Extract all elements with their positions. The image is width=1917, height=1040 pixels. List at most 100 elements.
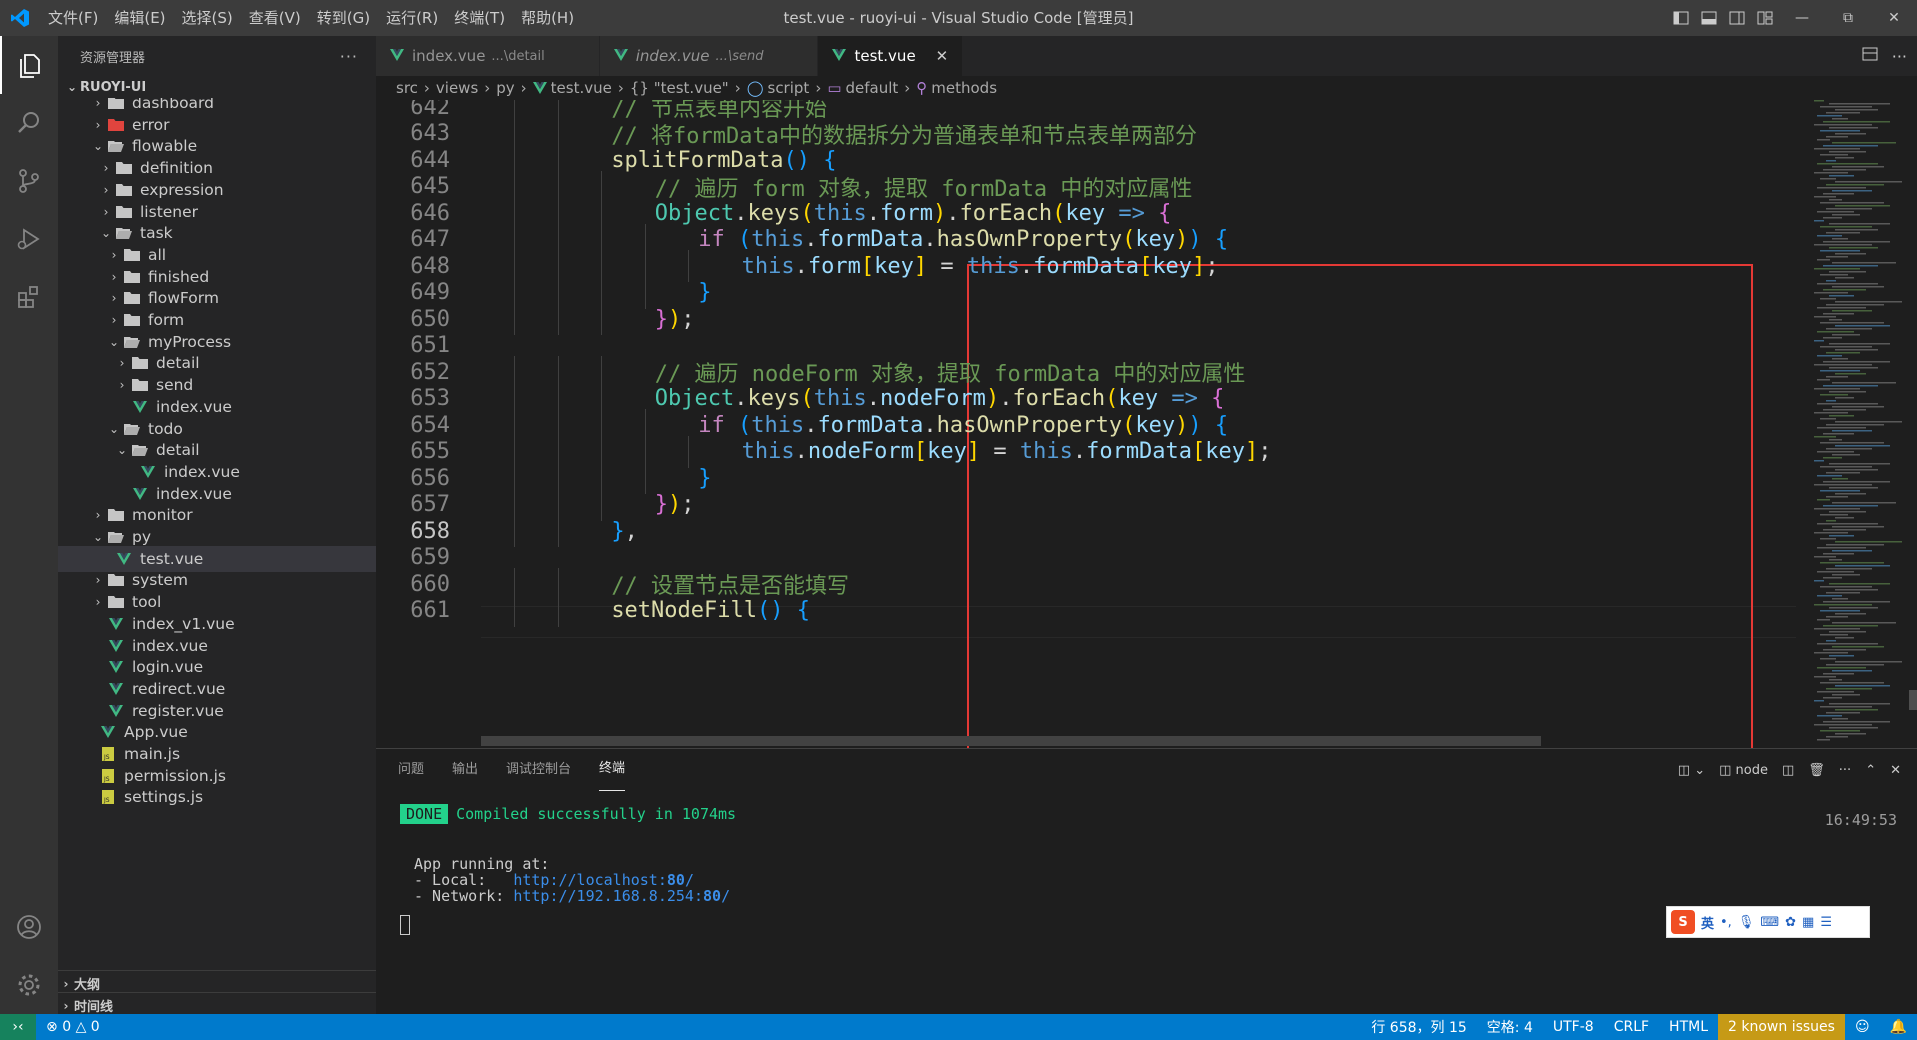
editor-tab[interactable]: test.vue ✕ [818, 36, 964, 76]
code-token: ] [913, 253, 928, 279]
line-number: 645 [410, 174, 450, 199]
breadcrumb-item[interactable]: test.vue [532, 79, 612, 97]
menu-icon[interactable]: ☰ [1820, 915, 1832, 930]
panel-tab[interactable]: 调试控制台 [506, 749, 571, 791]
close-tab-icon[interactable]: ✕ [936, 47, 949, 65]
code-editor[interactable]: 642// 节点表单内容开始 643// 将formData中的数据拆分为普通表单… [376, 100, 1917, 748]
line-number: 644 [410, 147, 450, 173]
cursor-position[interactable]: 行 658，列 15 [1361, 1014, 1476, 1040]
kill-terminal-icon[interactable]: 🗑 [1808, 763, 1825, 778]
code-token: key [1135, 227, 1176, 252]
ime-toolbar[interactable]: S 英 •, 🎙 ⌨ ✿ ▦ ☰ [1666, 906, 1870, 938]
accounts-icon[interactable] [0, 898, 58, 956]
toggle-primary-sidebar-icon[interactable] [1667, 0, 1695, 36]
panel-tab[interactable]: 问题 [398, 749, 424, 791]
more-actions-icon[interactable]: ··· [340, 47, 358, 66]
tree-item-label: test.vue [140, 549, 204, 568]
maximize-panel-icon[interactable]: ⌃ [1865, 763, 1876, 778]
encoding[interactable]: UTF-8 [1543, 1014, 1604, 1040]
punctuation-icon[interactable]: •, [1720, 915, 1732, 930]
code-token: { [796, 598, 811, 623]
skin-icon[interactable]: ✿ [1785, 915, 1796, 930]
menu-item[interactable]: 帮助(H) [513, 0, 582, 36]
terminal-layout-icon[interactable]: ◫ ⌄ [1678, 763, 1705, 778]
menu-item[interactable]: 终端(T) [446, 0, 513, 36]
breadcrumb-item[interactable]: {} "test.vue" [630, 79, 729, 97]
vue-file-icon [138, 465, 158, 478]
chevron-right-icon: › [111, 313, 117, 327]
search-icon[interactable] [0, 94, 58, 152]
code-token: => [1118, 200, 1145, 226]
menu-item[interactable]: 运行(R) [378, 0, 446, 36]
ime-language[interactable]: 英 [1701, 913, 1714, 932]
breadcrumb-item[interactable]: py [496, 79, 514, 97]
tree-item-label: system [132, 571, 189, 590]
minimize-button[interactable]: — [1779, 0, 1825, 36]
editor-tab[interactable]: index.vue ...\detail [376, 36, 600, 76]
keyboard-icon[interactable]: ⌨ [1760, 915, 1779, 930]
menu-item[interactable]: 文件(F) [40, 0, 106, 36]
more-actions-icon[interactable]: ··· [1892, 47, 1907, 66]
known-issues-badge[interactable]: 2 known issues [1718, 1014, 1845, 1040]
close-panel-icon[interactable]: ✕ [1890, 763, 1901, 778]
menu-item[interactable]: 转到(G) [309, 0, 378, 36]
minimap[interactable] [1796, 100, 1906, 748]
code-token: [ [1192, 439, 1206, 464]
settings-gear-icon[interactable] [0, 956, 58, 1014]
toggle-panel-icon[interactable] [1695, 0, 1723, 36]
vue-file-icon [832, 47, 847, 65]
indentation[interactable]: 空格: 4 [1477, 1014, 1543, 1040]
menu-item[interactable]: 编辑(E) [106, 0, 173, 36]
customize-layout-icon[interactable] [1751, 0, 1779, 36]
end-of-line[interactable]: CRLF [1604, 1014, 1659, 1040]
file-item[interactable]: JS settings.js [58, 784, 376, 810]
terminal-instance[interactable]: ◫ node [1719, 763, 1768, 778]
line-number: 659 [410, 545, 450, 570]
panel-tab[interactable]: 输出 [452, 749, 478, 791]
panel-tab[interactable]: 终端 [599, 749, 626, 791]
code-token: ; [1205, 253, 1219, 279]
notifications-bell-icon[interactable]: 🔔 [1880, 1014, 1917, 1040]
extensions-icon[interactable] [0, 268, 58, 326]
vertical-scrollbar[interactable] [1907, 100, 1917, 748]
more-actions-icon[interactable]: ··· [1839, 763, 1851, 778]
menu-item[interactable]: 查看(V) [241, 0, 309, 36]
code-token: ] [1192, 253, 1206, 279]
run-debug-icon[interactable] [0, 210, 58, 268]
split-terminal-icon[interactable]: ◫ [1782, 763, 1794, 778]
network-url-link[interactable]: http://192.168.8.254:80/ [513, 887, 730, 905]
chevron-down-icon: ⌄ [108, 334, 120, 349]
line-number: 646 [410, 200, 450, 226]
code-token: forEach [959, 200, 1053, 226]
code-token: setNodeFill [611, 598, 758, 623]
breadcrumb-item[interactable]: ▭ default [827, 79, 898, 97]
remote-icon[interactable]: ›‹ [0, 1014, 36, 1040]
code-token: keys [747, 386, 801, 411]
bottom-panel: 问题 输出 调试控制台 终端 ◫ ⌄ ◫ node ◫ 🗑 ··· ⌃ ✕ DONE … [376, 748, 1917, 1014]
source-control-icon[interactable] [0, 152, 58, 210]
split-editor-icon[interactable] [1862, 47, 1878, 65]
tab-description: ...\send [715, 48, 764, 64]
code-token: , [624, 518, 638, 544]
breadcrumb-item[interactable]: ⚲ methods [916, 79, 997, 97]
menu-item[interactable]: 选择(S) [174, 0, 241, 36]
breadcrumb-label: script [767, 79, 810, 97]
horizontal-scrollbar[interactable] [481, 736, 1541, 746]
close-window-button[interactable]: ✕ [1871, 0, 1917, 36]
toggle-secondary-sidebar-icon[interactable] [1723, 0, 1751, 36]
line-number: 657 [410, 492, 450, 517]
toolbox-icon[interactable]: ▦ [1802, 915, 1814, 930]
microphone-icon[interactable]: 🎙 [1738, 915, 1755, 930]
explorer-icon[interactable] [0, 36, 58, 94]
project-root[interactable]: ⌄ RUOYI-UI [58, 76, 376, 98]
breadcrumb-item[interactable]: src [396, 79, 418, 97]
chevron-right-icon: › [95, 98, 101, 110]
problems-status[interactable]: ⊗ 0 △ 0 [36, 1014, 110, 1040]
code-token: nodeForm [807, 439, 914, 464]
feedback-icon[interactable]: ☺ [1845, 1014, 1880, 1040]
restore-button[interactable]: ⧉ [1825, 0, 1871, 36]
breadcrumb-item[interactable]: views [436, 79, 478, 97]
editor-tab[interactable]: index.vue ...\send [599, 36, 819, 76]
breadcrumb-item[interactable]: ◯ script [747, 79, 810, 97]
language-mode[interactable]: HTML [1659, 1014, 1718, 1040]
